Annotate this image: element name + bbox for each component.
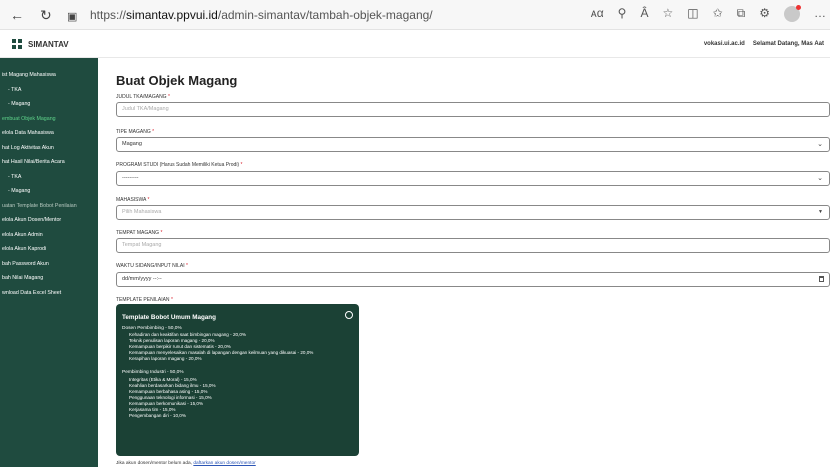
greeting: Selamat Datang, Mas Aat	[752, 41, 824, 47]
immersive-reader-icon[interactable]: Â	[640, 6, 648, 22]
tipe-label-text: TIPE MAGANG	[116, 129, 151, 135]
browser-tools: ᴀα ⚲ Â ☆ ◫ ✩ ⧉ ⚙ …	[591, 5, 826, 22]
register-lecturer-link[interactable]: daftarkan akun dosen/mentor	[193, 461, 255, 466]
footer-note: Jika akun dosen/mentor belum ada, daftar…	[116, 461, 256, 466]
waktu-input[interactable]: dd/mm/yyyy --:--	[116, 272, 830, 287]
sidebar-item[interactable]: elola Akun Kaprodi	[0, 242, 98, 257]
required-mark: *	[152, 129, 155, 135]
mahasiswa-placeholder: Pilih Mahasiswa	[122, 209, 162, 215]
template-title: Template Bobot Umum Magang	[122, 314, 216, 321]
sidebar-item[interactable]: embuat Objek Magang	[0, 112, 98, 127]
tipe-label: TIPE MAGANG *	[116, 129, 154, 135]
more-menu-icon[interactable]: …	[814, 6, 826, 22]
sidebar: ist Magang Mahasiswa - TKA - Magang embuat …	[0, 58, 98, 467]
sidebar-item[interactable]: bah Nilai Magang	[0, 271, 98, 286]
mahasiswa-label: MAHASISWA *	[116, 197, 149, 203]
url-path: /admin-simantav/tambah-objek-magang/	[217, 8, 433, 22]
waktu-label: WAKTU SIDANG/INPUT NILAI *	[116, 263, 188, 269]
read-aloud-icon[interactable]: ᴀα	[591, 6, 604, 22]
url-prefix: https://	[90, 8, 127, 22]
required-mark: *	[167, 94, 170, 100]
browser-toolbar: ← ↻ ▣ https://simantav.ppvui.id/admin-si…	[0, 0, 830, 30]
required-mark: *	[186, 263, 188, 269]
judul-placeholder: Judul TKA/Magang	[122, 106, 169, 112]
sidebar-item[interactable]: - Magang	[0, 97, 98, 112]
template-label: TEMPLATE PENILAIAN *	[116, 297, 173, 303]
favorites-list-icon[interactable]: ✩	[713, 6, 723, 22]
judul-label: JUDUL TKA/MAGANG *	[116, 94, 170, 100]
template-label-text: TEMPLATE PENILAIAN	[116, 297, 170, 303]
chevron-down-icon: ⌄	[817, 141, 823, 148]
site-info-icon[interactable]: ▣	[67, 8, 77, 26]
required-mark: *	[170, 297, 173, 303]
back-arrow-icon[interactable]: ←	[10, 6, 24, 24]
footer-note-text: Jika akun dosen/mentor belum ada,	[116, 461, 192, 466]
template-card[interactable]: Template Bobot Umum Magang Dosen Pembimb…	[116, 304, 359, 456]
app-grid-icon	[12, 39, 22, 49]
tipe-select[interactable]: Magang ⌄	[116, 137, 830, 152]
judul-label-text: JUDUL TKA/MAGANG	[116, 94, 167, 100]
sidebar-item[interactable]: elola Akun Admin	[0, 228, 98, 243]
reload-icon[interactable]: ↻	[40, 6, 52, 24]
sidebar-item[interactable]: elola Data Mahasiswa	[0, 126, 98, 141]
waktu-value: dd/mm/yyyy --:--	[122, 276, 162, 282]
address-bar[interactable]: https://simantav.ppvui.id/admin-simantav…	[90, 8, 433, 22]
zoom-icon[interactable]: ⚲	[618, 6, 627, 22]
page-title: Buat Objek Magang	[116, 73, 238, 88]
waktu-label-text: WAKTU SIDANG/INPUT NILAI	[116, 263, 185, 269]
prodi-select[interactable]: --------- ⌄	[116, 171, 830, 186]
required-mark: *	[160, 230, 163, 236]
tempat-label-text: TEMPAT MAGANG	[116, 230, 160, 236]
mahasiswa-select[interactable]: Pilih Mahasiswa ▼	[116, 205, 830, 220]
sidebar-item[interactable]: - TKA	[0, 83, 98, 98]
sidebar-item[interactable]: hat Log Aktivitas Akun	[0, 141, 98, 156]
template-criterion: Pengembangan diri - 10,0%	[129, 412, 186, 418]
tempat-input[interactable]: Tempat Magang	[116, 238, 830, 253]
required-mark: *	[147, 197, 150, 203]
favorite-star-icon[interactable]: ☆	[662, 6, 673, 22]
domain-link[interactable]: vokasi.ui.ac.id	[704, 41, 745, 47]
tipe-value: Magang	[122, 141, 142, 147]
app-header: SIMANTAV vokasi.ui.ac.id Selamat Datang,…	[0, 30, 830, 58]
sidebar-item[interactable]: - Magang	[0, 184, 98, 199]
sidebar-item[interactable]: elola Akun Dosen/Mentor	[0, 213, 98, 228]
calendar-icon[interactable]	[819, 276, 824, 282]
caret-down-icon: ▼	[818, 209, 823, 215]
brand-name: SIMANTAV	[28, 39, 69, 49]
chevron-down-icon: ⌄	[817, 175, 823, 182]
prodi-value: ---------	[122, 175, 139, 181]
collections-icon[interactable]: ⧉	[737, 6, 746, 22]
radio-icon[interactable]	[345, 311, 353, 319]
prodi-label: PROGRAM STUDI (Harus Sudah Memiliki Ketu…	[116, 162, 242, 168]
extensions-icon[interactable]: ⚙	[759, 6, 770, 22]
split-screen-icon[interactable]: ◫	[687, 6, 698, 22]
prodi-label-text: PROGRAM STUDI (Harus Sudah Memiliki Ketu…	[116, 162, 240, 168]
sidebar-item[interactable]: wnload Data Excel Sheet	[0, 286, 98, 301]
mahasiswa-label-text: MAHASISWA	[116, 197, 147, 203]
judul-input[interactable]: Judul TKA/Magang	[116, 102, 830, 117]
sidebar-item[interactable]: ist Magang Mahasiswa	[0, 68, 98, 83]
sidebar-item[interactable]: - TKA	[0, 170, 98, 185]
tempat-label: TEMPAT MAGANG *	[116, 230, 162, 236]
brand[interactable]: SIMANTAV	[12, 39, 69, 49]
required-mark: *	[240, 162, 243, 168]
tempat-placeholder: Tempat Magang	[122, 242, 162, 248]
sidebar-item[interactable]: uatan Template Bobot Penilaian	[0, 199, 98, 214]
profile-avatar[interactable]	[784, 5, 801, 22]
sidebar-item[interactable]: hat Hasil Nilai/Berita Acara	[0, 155, 98, 170]
url-host: simantav.ppvui.id	[126, 8, 218, 22]
sidebar-item[interactable]: bah Password Akun	[0, 257, 98, 272]
